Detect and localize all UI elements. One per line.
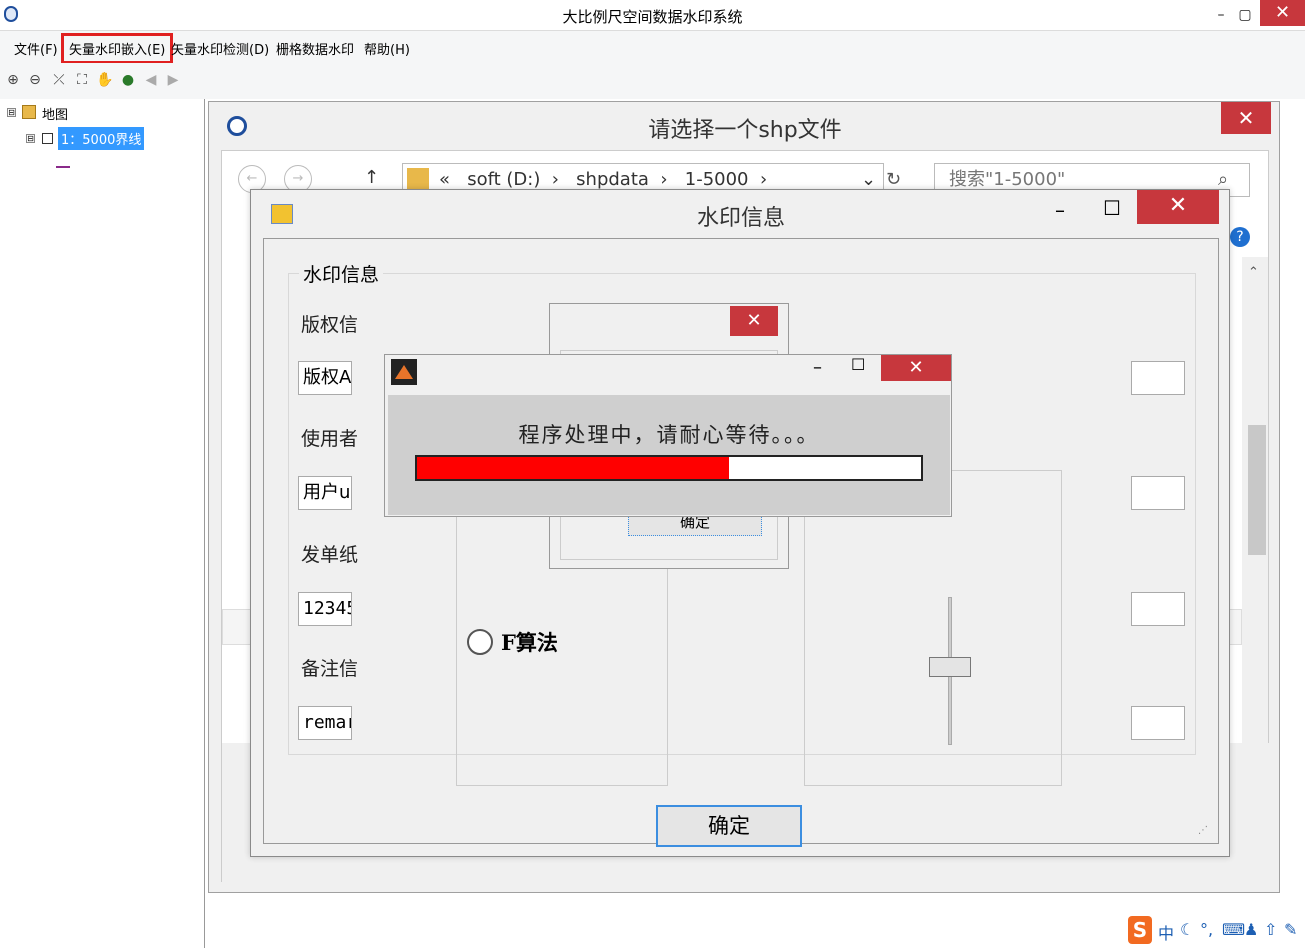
expand-toggle-icon[interactable]: ⊟ (7, 108, 16, 117)
menu-file[interactable]: 文件(F) (14, 39, 58, 58)
zoom-in-icon[interactable]: ⊕ (4, 71, 22, 89)
progress-bar (415, 455, 923, 481)
globe-icon[interactable]: ● (119, 71, 137, 89)
right-input-3[interactable] (1131, 592, 1185, 626)
watermark-dialog-close-button[interactable]: ✕ (1137, 190, 1219, 224)
minimize-button[interactable]: – (1208, 4, 1234, 26)
sogou-logo-icon[interactable]: S (1128, 916, 1152, 944)
keyboard-icon[interactable]: ⌨ (1222, 920, 1245, 939)
progress-dialog: – ☐ ✕ 程序处理中，请耐心等待。。。 (384, 354, 952, 517)
menu-vector-watermark-embed[interactable]: 矢量水印嵌入(E) (61, 33, 174, 64)
shirt-icon[interactable]: ⇧ (1264, 920, 1277, 939)
issuer-input[interactable]: 12345 (298, 592, 352, 626)
layer-checkbox[interactable] (42, 133, 53, 144)
folder-icon (407, 168, 429, 190)
toc-root-label[interactable]: 地图 (42, 104, 68, 123)
help-icon[interactable]: ? (1230, 227, 1250, 247)
punctuation-icon[interactable]: °, (1200, 920, 1213, 939)
ime-toolbar: S 中 ☾ °, ⌨ ♟ ⇧ ✎ (1128, 914, 1305, 948)
right-input-4[interactable] (1131, 706, 1185, 740)
breadcrumb-folder[interactable]: shpdata (576, 169, 649, 190)
restore-button[interactable]: ▢ (1232, 4, 1258, 26)
minimize-button[interactable]: – (1055, 198, 1065, 222)
title-bar: 大比例尺空间数据水印系统 – ▢ ✕ (0, 0, 1305, 31)
scrollbar[interactable]: ⌃ ⌄ (1242, 257, 1268, 821)
table-of-contents: ⊟ 地图 ⊟ 1：5000界线 (0, 99, 205, 948)
scroll-thumb[interactable] (1248, 425, 1266, 555)
refresh-icon[interactable]: ↻ (886, 169, 901, 190)
copyright-label: 版权信 (301, 314, 359, 336)
ime-mode-indicator[interactable]: 中 (1158, 920, 1174, 944)
menu-bar: 文件(F) 矢量水印嵌入(E) 矢量水印检测(D) 栅格数据水印 帮助(H) (0, 31, 1305, 64)
maximize-button[interactable]: ☐ (851, 355, 865, 374)
expand-toggle-icon[interactable]: ⊟ (26, 134, 35, 143)
moon-icon[interactable]: ☾ (1180, 920, 1194, 939)
group-title: 水印信息 (299, 260, 384, 287)
user-input[interactable]: 用户u (298, 476, 352, 510)
up-icon[interactable]: ↑ (364, 167, 379, 188)
ok-button[interactable]: 确定 (656, 805, 802, 847)
chevron-up-icon[interactable]: ⌃ (1248, 265, 1259, 280)
menu-raster-watermark[interactable]: 栅格数据水印 (276, 39, 354, 58)
pan-hand-icon[interactable]: ✋ (96, 71, 114, 89)
progress-body: 程序处理中，请耐心等待。。。 (388, 395, 950, 515)
minimize-button[interactable]: – (813, 357, 822, 378)
layer-label[interactable]: 1：5000界线 (58, 127, 145, 150)
watermark-dialog-title: 水印信息 (696, 206, 785, 231)
wrench-icon[interactable]: ✎ (1284, 920, 1297, 939)
slider-thumb[interactable] (929, 657, 971, 677)
breadcrumb-drive[interactable]: soft (D:) (467, 169, 540, 190)
issuer-label: 发单纸 (301, 544, 359, 566)
forward-arrow-icon[interactable]: ▶ (164, 71, 182, 89)
matlab-icon (391, 359, 417, 385)
zoom-out-icon[interactable]: ⊖ (26, 71, 44, 89)
breadcrumb-more[interactable]: « (439, 169, 450, 190)
close-button[interactable]: ✕ (1260, 0, 1305, 26)
back-arrow-icon[interactable]: ◀ (142, 71, 160, 89)
progress-fill (417, 457, 730, 479)
window-title: 大比例尺空间数据水印系统 (562, 8, 743, 26)
f-algorithm-radio[interactable] (467, 629, 493, 655)
progress-dialog-close-button[interactable]: ✕ (881, 355, 951, 381)
layers-icon (22, 105, 36, 119)
remark-input[interactable]: remar (298, 706, 352, 740)
remark-label: 备注信 (301, 658, 359, 680)
message-dialog-close-button[interactable]: ✕ (730, 306, 778, 336)
right-input-2[interactable] (1131, 476, 1185, 510)
file-dialog-title: 请选择一个shp文件 (648, 118, 842, 143)
menu-help[interactable]: 帮助(H) (364, 39, 410, 58)
menu-vector-watermark-detect[interactable]: 矢量水印检测(D) (171, 39, 269, 58)
f-algorithm-label[interactable]: F算法 (501, 627, 558, 657)
user-icon[interactable]: ♟ (1244, 920, 1258, 939)
toolbar: ⊕ ⊖ ⤫ ⛶ ✋ ● ◀ ▶ (0, 63, 1305, 99)
user-label: 使用者 (301, 428, 359, 450)
full-extent-icon[interactable]: ⛶ (73, 71, 91, 89)
right-input-1[interactable] (1131, 361, 1185, 395)
fixed-zoom-in-icon[interactable]: ⤫ (50, 71, 68, 89)
search-icon: ⌕ (1218, 169, 1229, 190)
maximize-button[interactable]: ☐ (1103, 196, 1121, 220)
matlab-logo-shape (395, 365, 413, 379)
progress-message: 程序处理中，请耐心等待。。。 (518, 423, 820, 447)
strength-group (804, 470, 1062, 786)
file-dialog-close-button[interactable]: ✕ (1221, 102, 1271, 134)
layer-symbol-line (56, 166, 70, 168)
copyright-input[interactable]: 版权A (298, 361, 352, 395)
resize-grip-icon[interactable]: ⋰ (1198, 825, 1208, 836)
breadcrumb-current[interactable]: 1-5000 (685, 169, 749, 190)
